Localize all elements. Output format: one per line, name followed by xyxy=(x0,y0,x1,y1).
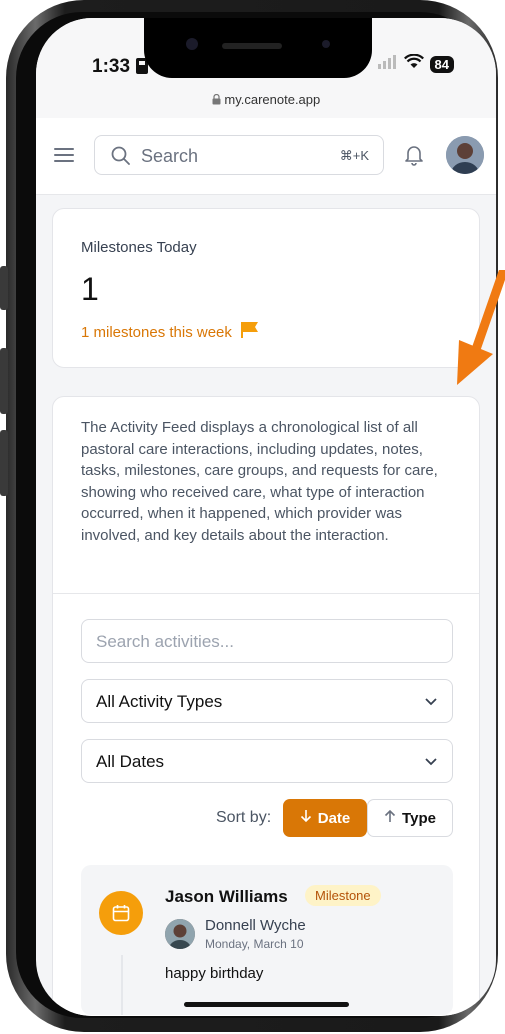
home-indicator xyxy=(184,1002,349,1007)
activity-item[interactable]: Jason Williams Milestone Donnell Wyche M… xyxy=(81,865,453,1015)
search-placeholder: Search xyxy=(141,146,199,166)
activity-type-value: All Activity Types xyxy=(96,692,223,711)
app-header: Search ⌘+K xyxy=(36,118,496,195)
calendar-icon xyxy=(99,891,143,935)
global-search-input[interactable]: Search ⌘+K xyxy=(94,135,384,175)
activity-feed-description: The Activity Feed displays a chronologic… xyxy=(81,419,438,544)
milestones-week-text: 1 milestones this week xyxy=(81,323,232,341)
battery-level: 84 xyxy=(429,55,454,73)
activity-type-badge: Milestone xyxy=(305,885,381,906)
activity-recipient[interactable]: Jason Williams xyxy=(165,887,288,907)
browser-url-bar[interactable]: my.carenote.app xyxy=(36,92,496,118)
sort-label: Sort by: xyxy=(216,809,272,826)
sort-date-label: Date xyxy=(317,809,351,827)
notch xyxy=(144,18,372,78)
arrow-up-icon xyxy=(384,809,396,827)
activity-provider: Donnell Wyche xyxy=(205,917,306,934)
activity-search-placeholder: Search activities... xyxy=(96,632,234,651)
sort-type-label: Type xyxy=(402,809,436,827)
wifi-icon xyxy=(403,53,424,74)
lock-icon xyxy=(212,92,225,107)
phone-screen: 1:33 84 my.carenote.app Search ⌘+K Miles… xyxy=(36,18,496,1016)
activity-note: happy birthday xyxy=(165,965,264,982)
activity-search-input[interactable]: Search activities... xyxy=(81,619,453,663)
divider xyxy=(53,593,479,594)
status-time: 1:33 xyxy=(92,56,131,77)
activity-feed-card: The Activity Feed displays a chronologic… xyxy=(52,396,480,1016)
hamburger-menu-icon[interactable] xyxy=(54,146,76,164)
sort-by-type-button[interactable]: Type xyxy=(367,799,453,837)
url-text: my.carenote.app xyxy=(224,92,321,107)
search-shortcut: ⌘+K xyxy=(339,148,369,163)
sensor-icon xyxy=(322,40,330,48)
user-avatar[interactable] xyxy=(446,136,484,174)
timeline-rail xyxy=(121,955,123,1015)
provider-avatar xyxy=(165,919,195,949)
speaker-grille xyxy=(222,43,282,49)
flag-icon xyxy=(240,321,260,343)
volume-down-button xyxy=(0,430,8,496)
milestones-week: 1 milestones this week xyxy=(81,321,260,343)
milestones-today-card: Milestones Today 1 1 milestones this wee… xyxy=(52,208,480,368)
mute-switch xyxy=(0,266,8,310)
date-filter-value: All Dates xyxy=(96,752,165,771)
search-icon xyxy=(111,146,131,171)
volume-up-button xyxy=(0,348,8,414)
front-camera-icon xyxy=(186,38,198,50)
annotation-arrow-icon xyxy=(455,267,505,395)
sort-by-date-button[interactable]: Date xyxy=(283,799,367,837)
activity-type-select[interactable]: All Activity Types xyxy=(81,679,453,723)
date-filter-select[interactable]: All Dates xyxy=(81,739,453,783)
signal-icon xyxy=(377,54,398,74)
chevron-down-icon xyxy=(424,694,438,713)
milestones-count: 1 xyxy=(81,271,99,307)
arrow-down-icon xyxy=(300,809,312,827)
chevron-down-icon xyxy=(424,754,438,773)
milestones-title: Milestones Today xyxy=(81,239,197,256)
notification-bell-icon[interactable] xyxy=(404,144,424,171)
activity-date: Monday, March 10 xyxy=(205,937,304,951)
